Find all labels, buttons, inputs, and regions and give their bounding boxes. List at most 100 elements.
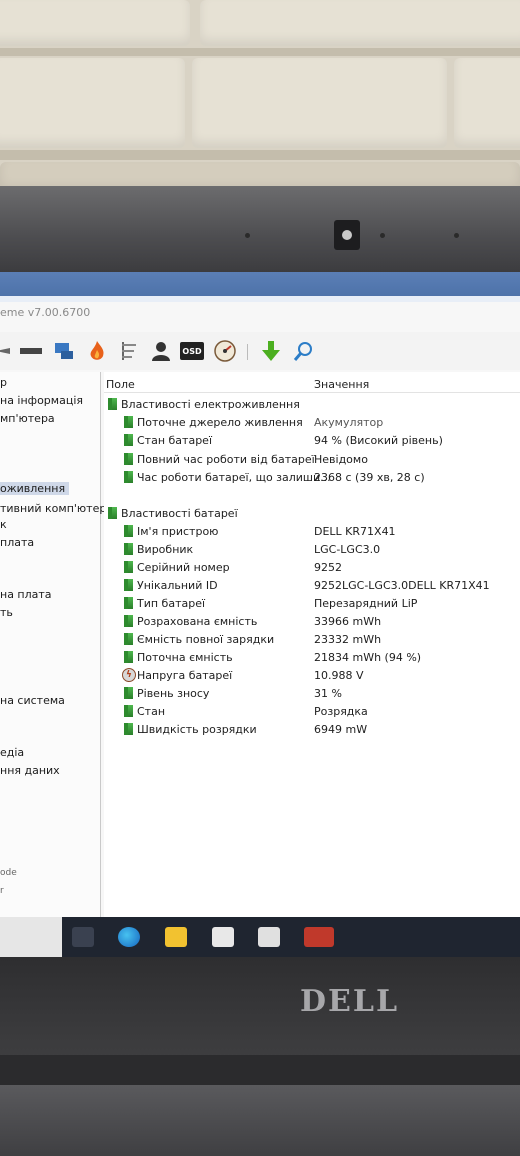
laptop-hinge — [0, 1055, 520, 1085]
row-value: 10.988 V — [314, 669, 364, 682]
row-value: 21834 mWh (94 %) — [314, 651, 422, 664]
laptop-screen: eme v7.00.6700 OSD р на інформація мп'ют… — [0, 272, 520, 957]
sensor-dot — [380, 233, 385, 238]
row-label: Поточна ємність — [137, 651, 233, 664]
tools-icon[interactable] — [118, 340, 140, 362]
nav-item[interactable]: на інформація — [0, 394, 83, 407]
nav-item[interactable]: едіа — [0, 746, 24, 759]
row-label: Виробник — [137, 543, 194, 556]
table-row[interactable]: Ім'я пристрою DELL KR71X41 — [104, 523, 520, 541]
osd-icon[interactable]: OSD — [180, 342, 204, 360]
row-value: LGC-LGC3.0 — [314, 543, 381, 556]
battery-icon — [108, 507, 117, 519]
table-row[interactable]: ϟ Напруга батареї 10.988 V — [104, 667, 520, 685]
nav-item[interactable]: на система — [0, 694, 65, 707]
row-label: Тип батареї — [137, 597, 206, 610]
battery-icon — [124, 471, 133, 483]
battery-icon — [108, 398, 117, 410]
battery-icon — [124, 633, 133, 645]
nav-item[interactable]: ть — [0, 606, 13, 619]
store-icon[interactable] — [212, 927, 234, 947]
table-row[interactable]: Серійний номер 9252 — [104, 559, 520, 577]
table-row[interactable]: Виробник LGC-LGC3.0 — [104, 541, 520, 559]
row-value: 23332 mWh — [314, 633, 382, 646]
group-header-power[interactable]: Властивості електроживлення — [104, 396, 520, 414]
nav-item[interactable]: ння даних — [0, 764, 60, 777]
nav-item[interactable]: плата — [0, 536, 34, 549]
column-header-value[interactable]: Значення — [314, 378, 369, 391]
row-value: Перезарядний LiP — [314, 597, 418, 610]
nav-item-power-selected[interactable]: оживлення — [0, 482, 70, 495]
monitor-strip-icon[interactable] — [20, 340, 42, 362]
table-row[interactable]: Рівень зносу 31 % — [104, 685, 520, 703]
nav-item[interactable]: тивний комп'ютер — [0, 502, 106, 515]
battery-icon — [124, 579, 133, 591]
table-row[interactable]: Повний час роботи від батареї Невідомо — [104, 451, 520, 469]
dell-logo: DELL — [300, 984, 400, 1019]
nav-item[interactable]: р — [0, 376, 7, 389]
row-label: Ємність повної зарядки — [137, 633, 275, 646]
row-label: Поточне джерело живлення — [137, 416, 303, 429]
voltage-icon: ϟ — [122, 668, 136, 682]
titlebar-edge — [0, 296, 520, 302]
row-label: Рівень зносу — [137, 687, 210, 700]
nav-item[interactable]: к — [0, 518, 7, 531]
sensor-dot — [454, 233, 459, 238]
edge-icon[interactable] — [118, 927, 140, 947]
mail-icon[interactable] — [258, 927, 280, 947]
row-label: Розрахована ємність — [137, 615, 258, 628]
row-label: Ім'я пристрою — [137, 525, 219, 538]
table-row[interactable]: Ємність повної зарядки 23332 mWh — [104, 631, 520, 649]
row-value: 33966 mWh — [314, 615, 382, 628]
details-pane: Поле Значення Властивості електроживленн… — [104, 372, 520, 920]
row-value: Акумулятор — [314, 416, 384, 429]
aida64-icon[interactable] — [304, 927, 334, 947]
toolbar-separator — [247, 344, 248, 360]
table-row[interactable]: Розрахована ємність 33966 mWh — [104, 613, 520, 631]
nav-item[interactable]: ode — [0, 868, 17, 878]
toolbar: OSD — [0, 332, 520, 370]
battery-icon — [124, 434, 133, 446]
battery-icon — [124, 543, 133, 555]
table-row[interactable]: Стан Розрядка — [104, 703, 520, 721]
windows-start-icon[interactable] — [72, 927, 94, 947]
user-icon[interactable] — [150, 340, 172, 362]
row-value: 9252 — [314, 561, 342, 574]
group-label: Властивості батареї — [121, 507, 238, 520]
table-row[interactable]: Поточна ємність 21834 mWh (94 %) — [104, 649, 520, 667]
flame-icon[interactable] — [86, 340, 108, 362]
battery-icon — [124, 597, 133, 609]
nav-item[interactable]: r — [0, 886, 4, 896]
nav-item[interactable]: мп'ютера — [0, 412, 55, 425]
arrow-icon[interactable] — [0, 340, 16, 362]
navigation-tree: р на інформація мп'ютера оживлення тивни… — [0, 372, 106, 920]
webcam — [334, 220, 360, 250]
taskbar-search-area[interactable] — [0, 917, 62, 957]
column-header-field[interactable]: Поле — [106, 378, 135, 391]
sensor-dot — [245, 233, 250, 238]
table-row[interactable]: Час роботи батареї, що залиши... 2368 с … — [104, 469, 520, 487]
table-row[interactable]: Стан батареї 94 % (Високий рівень) — [104, 432, 520, 450]
laptop-base — [0, 1085, 520, 1156]
network-icon[interactable] — [53, 340, 75, 362]
table-row[interactable]: Поточне джерело живлення Акумулятор — [104, 414, 520, 432]
search-icon[interactable] — [292, 340, 314, 362]
battery-icon — [124, 561, 133, 573]
battery-icon — [124, 416, 133, 428]
app-title: eme v7.00.6700 — [0, 306, 91, 319]
table-row[interactable]: Тип батареї Перезарядний LiP — [104, 595, 520, 613]
group-header-battery[interactable]: Властивості батареї — [104, 505, 520, 523]
table-row[interactable]: Швидкість розрядки 6949 mW — [104, 721, 520, 739]
row-label: Повний час роботи від батареї — [137, 453, 315, 466]
table-row[interactable]: Унікальний ID 9252LGC-LGC3.0DELL KR71X41 — [104, 577, 520, 595]
laptop-top-bezel — [0, 186, 520, 272]
battery-icon — [124, 525, 133, 537]
download-arrow-icon[interactable] — [260, 340, 282, 362]
nav-item[interactable]: на плата — [0, 588, 52, 601]
file-explorer-icon[interactable] — [165, 927, 187, 947]
row-value: 9252LGC-LGC3.0DELL KR71X41 — [314, 579, 490, 592]
row-label: Унікальний ID — [137, 579, 218, 592]
row-value: 6949 mW — [314, 723, 368, 736]
row-value: Невідомо — [314, 453, 368, 466]
gauge-icon[interactable] — [214, 340, 236, 362]
